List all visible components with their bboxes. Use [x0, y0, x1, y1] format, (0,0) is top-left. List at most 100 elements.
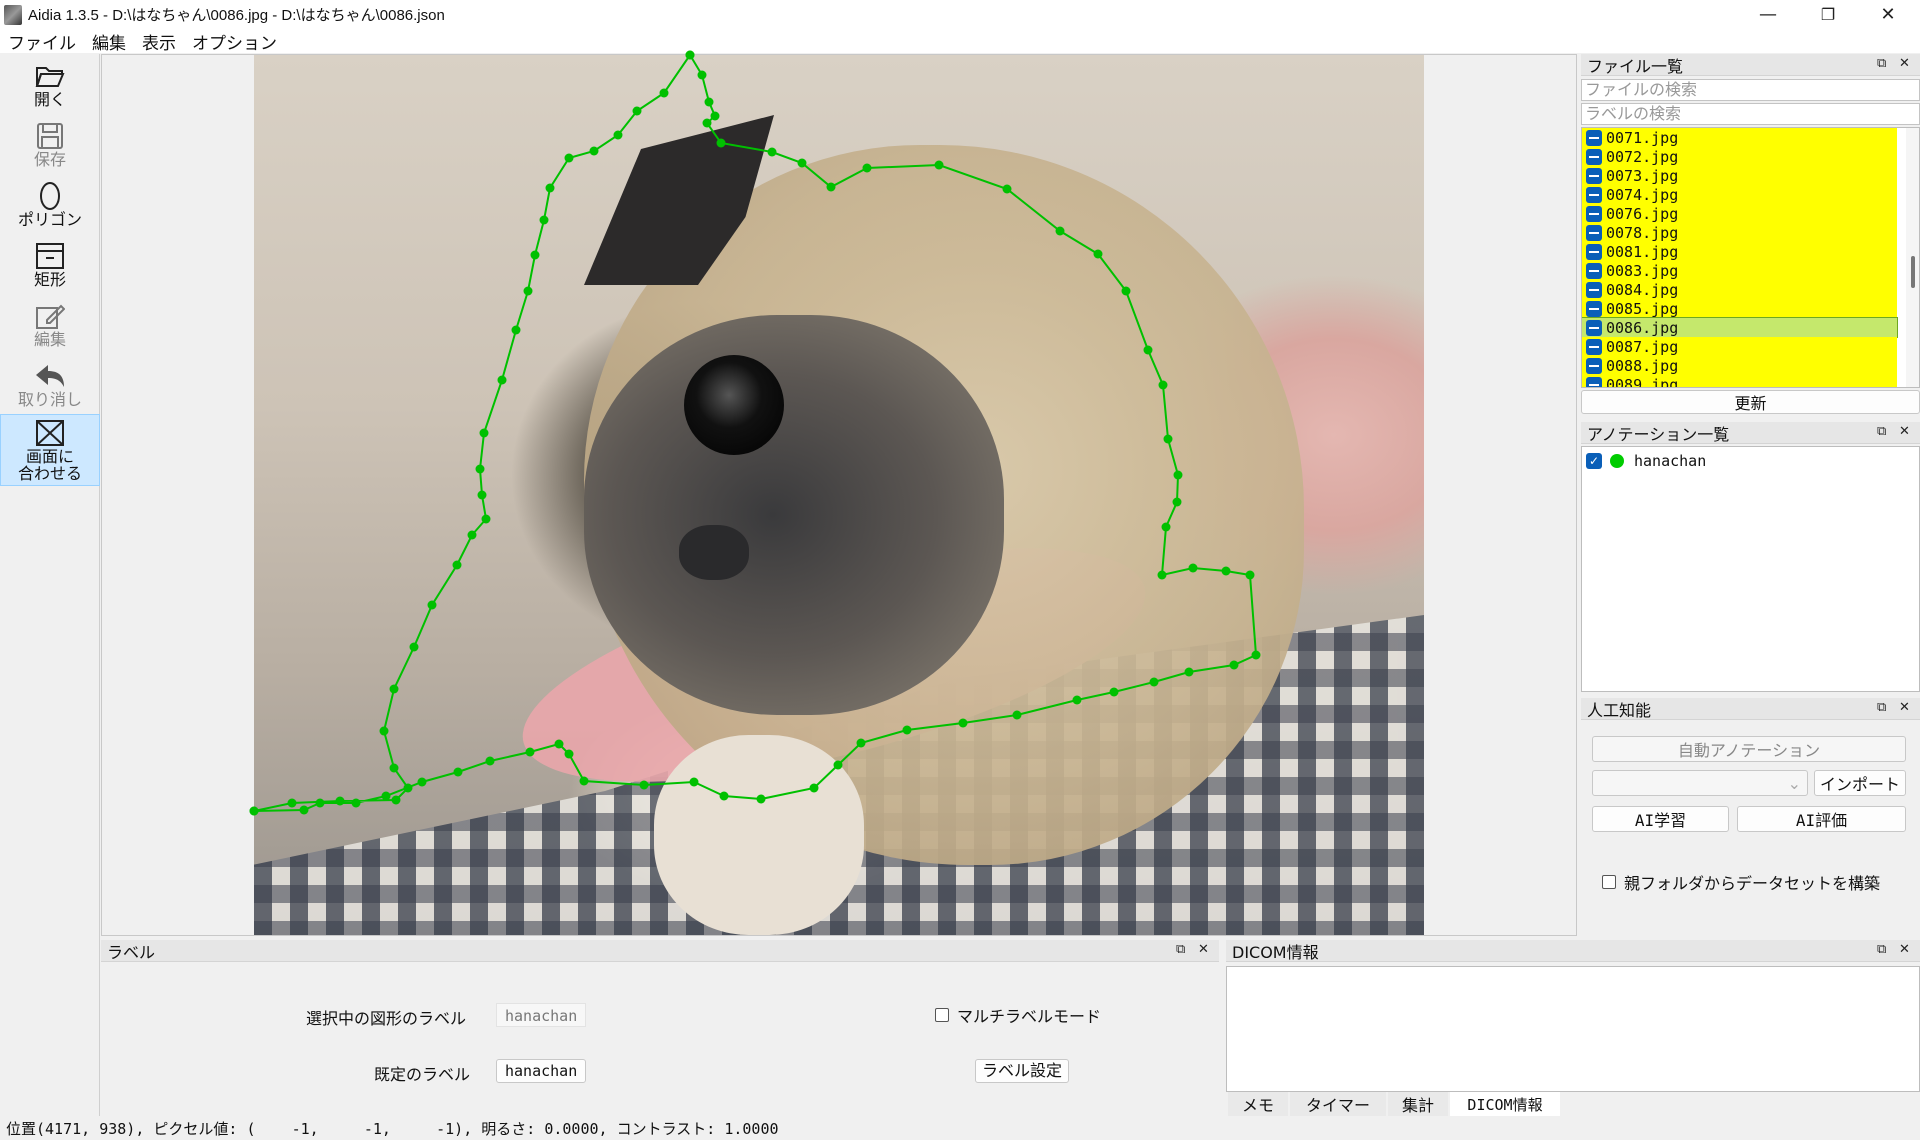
polygon-vertex[interactable]	[452, 560, 462, 570]
checkbox-partial-icon[interactable]	[1586, 224, 1602, 241]
polygon-vertex[interactable]	[417, 777, 427, 787]
polygon-vertex[interactable]	[427, 600, 437, 610]
float-icon[interactable]: ⧉	[1877, 56, 1886, 71]
polygon-vertex[interactable]	[639, 780, 649, 790]
checkbox-partial-icon[interactable]	[1586, 205, 1602, 222]
polygon-vertex[interactable]	[1245, 570, 1255, 580]
polygon-vertex[interactable]	[934, 160, 944, 170]
float-icon[interactable]: ⧉	[1877, 424, 1886, 439]
polygon-vertex[interactable]	[767, 147, 777, 157]
polygon-vertex[interactable]	[1229, 660, 1239, 670]
checkbox-partial-icon[interactable]	[1586, 148, 1602, 165]
file-list-item[interactable]: 0074.jpg	[1582, 185, 1897, 204]
menu-file[interactable]: ファイル	[0, 29, 84, 54]
polygon-vertex[interactable]	[1161, 522, 1171, 532]
model-select[interactable]: ⌄	[1592, 770, 1808, 796]
polygon-vertex[interactable]	[833, 760, 843, 770]
polygon-vertex[interactable]	[685, 50, 695, 60]
tab-memo[interactable]: メモ	[1228, 1092, 1288, 1116]
polygon-vertex[interactable]	[589, 146, 599, 156]
ai-train-button[interactable]: AI学習	[1592, 806, 1729, 832]
close-icon[interactable]: ✕	[1198, 942, 1209, 957]
polygon-vertex[interactable]	[1072, 695, 1082, 705]
float-icon[interactable]: ⧉	[1877, 942, 1886, 957]
minimize-button[interactable]: —	[1740, 0, 1796, 29]
polygon-vertex[interactable]	[1188, 563, 1198, 573]
polygon-vertex[interactable]	[249, 806, 259, 816]
polygon-vertex[interactable]	[1149, 677, 1159, 687]
close-icon[interactable]: ✕	[1899, 424, 1910, 439]
polygon-vertex[interactable]	[797, 158, 807, 168]
menu-options[interactable]: オプション	[184, 29, 285, 54]
close-button[interactable]: ✕	[1860, 0, 1916, 29]
checkbox-partial-icon[interactable]	[1586, 129, 1602, 146]
label-search-input[interactable]: ラベルの検索	[1581, 103, 1920, 125]
polygon-vertex[interactable]	[1163, 434, 1173, 444]
polygon-vertex[interactable]	[710, 111, 720, 121]
checkbox-unchecked-icon[interactable]	[935, 1008, 949, 1022]
polygon-vertex[interactable]	[1002, 184, 1012, 194]
polygon-vertex[interactable]	[409, 642, 419, 652]
file-list-item[interactable]: 0083.jpg	[1582, 261, 1897, 280]
polygon-vertex[interactable]	[481, 514, 491, 524]
polygon-vertex[interactable]	[1251, 650, 1261, 660]
checkbox-checked-icon[interactable]: ✓	[1586, 453, 1602, 469]
polygon-vertex[interactable]	[497, 375, 507, 385]
polygon-vertex[interactable]	[689, 777, 699, 787]
polygon-vertex[interactable]	[1158, 380, 1168, 390]
polygon-vertex[interactable]	[856, 738, 866, 748]
polygon-vertex[interactable]	[530, 250, 540, 260]
polygon-vertex[interactable]	[1143, 345, 1153, 355]
file-list-item[interactable]: 0071.jpg	[1582, 128, 1897, 147]
polygon-vertex[interactable]	[299, 805, 309, 815]
polygon-vertex[interactable]	[511, 325, 521, 335]
polygon-vertex[interactable]	[659, 88, 669, 98]
polygon-vertex[interactable]	[1172, 497, 1182, 507]
polygon-vertex[interactable]	[902, 725, 912, 735]
file-list-item[interactable]: 0072.jpg	[1582, 147, 1897, 166]
multilabel-checkbox[interactable]: マルチラベルモード	[935, 1003, 1101, 1027]
checkbox-partial-icon[interactable]	[1586, 281, 1602, 298]
file-list[interactable]: 0071.jpg 0072.jpg 0073.jpg 0074.jpg 0076.jpg…	[1581, 127, 1920, 388]
polygon-vertex[interactable]	[862, 163, 872, 173]
file-list-item[interactable]: 0073.jpg	[1582, 166, 1897, 185]
file-list-item[interactable]: 0078.jpg	[1582, 223, 1897, 242]
file-list-item[interactable]: 0089.jpg	[1582, 375, 1897, 387]
close-icon[interactable]: ✕	[1899, 942, 1910, 957]
checkbox-partial-icon[interactable]	[1586, 262, 1602, 279]
checkbox-partial-icon[interactable]	[1586, 243, 1602, 260]
selected-shape-label-field[interactable]: hanachan	[496, 1003, 587, 1027]
polygon-vertex[interactable]	[1012, 710, 1022, 720]
label-settings-button[interactable]: ラベル設定	[975, 1059, 1070, 1083]
tab-timer[interactable]: タイマー	[1290, 1092, 1386, 1116]
polygon-vertex[interactable]	[554, 739, 564, 749]
polygon-vertex[interactable]	[475, 464, 485, 474]
annotation-polygon[interactable]	[249, 50, 1424, 935]
polygon-vertex[interactable]	[545, 183, 555, 193]
scrollbar-thumb[interactable]	[1911, 256, 1915, 288]
checkbox-partial-icon[interactable]	[1586, 376, 1602, 387]
polygon-vertex[interactable]	[719, 791, 729, 801]
polygon-vertex[interactable]	[826, 182, 836, 192]
checkbox-partial-icon[interactable]	[1586, 338, 1602, 355]
checkbox-partial-icon[interactable]	[1586, 319, 1602, 336]
polygon-vertex[interactable]	[1184, 667, 1194, 677]
polygon-button[interactable]: ポリゴン	[0, 174, 100, 234]
polygon-vertex[interactable]	[1093, 249, 1103, 259]
polygon-vertex[interactable]	[958, 718, 968, 728]
default-label-button[interactable]: hanachan	[496, 1059, 587, 1083]
file-list-item[interactable]: 0084.jpg	[1582, 280, 1897, 299]
file-list-item[interactable]: 0076.jpg	[1582, 204, 1897, 223]
polygon-vertex[interactable]	[1121, 286, 1131, 296]
auto-annotation-button[interactable]: 自動アノテーション	[1592, 736, 1906, 762]
polygon-vertex[interactable]	[1055, 226, 1065, 236]
polygon-vertex[interactable]	[716, 138, 726, 148]
file-list-item[interactable]: 0088.jpg	[1582, 356, 1897, 375]
polygon-vertex[interactable]	[809, 783, 819, 793]
checkbox-partial-icon[interactable]	[1586, 300, 1602, 317]
polygon-outline[interactable]	[253, 53, 1258, 812]
polygon-vertex[interactable]	[702, 118, 712, 128]
polygon-vertex[interactable]	[525, 747, 535, 757]
annotation-item[interactable]: ✓ hanachan	[1586, 452, 1706, 470]
file-list-item[interactable]: 0086.jpg	[1582, 317, 1898, 338]
